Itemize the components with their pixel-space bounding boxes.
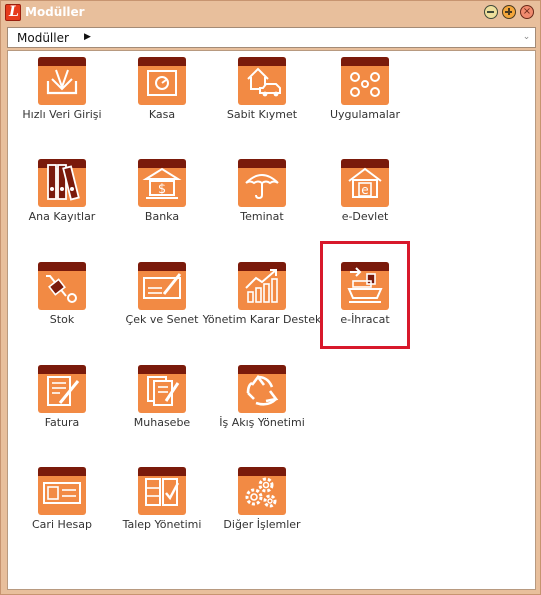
hand-truck-icon xyxy=(38,262,86,310)
module-tile-diger-islemler[interactable]: Diğer İşlemler xyxy=(212,467,312,563)
modules-window: L Modüller × Modüller ▶ ⌄ Hızlı Veri Gir… xyxy=(0,0,541,595)
module-tile-fatura[interactable]: Fatura xyxy=(12,365,112,461)
module-label: Diğer İşlemler xyxy=(223,518,301,531)
module-tile-yonetim-karar-destek[interactable]: Yönetim Karar Destek xyxy=(203,262,321,358)
module-tile-talep-yonetimi[interactable]: Talep Yönetimi xyxy=(112,467,212,563)
module-selector-label: Modüller xyxy=(17,31,69,45)
module-label: Teminat xyxy=(240,210,284,223)
bank-icon: $ xyxy=(138,159,186,207)
house-car-icon xyxy=(238,57,286,105)
module-tile-hizli-veri-girisi[interactable]: Hızlı Veri Girişi xyxy=(12,57,112,153)
module-tile-banka[interactable]: $ Banka xyxy=(112,159,212,255)
module-tile-teminat[interactable]: Teminat xyxy=(212,159,312,255)
gears-icon xyxy=(238,467,286,515)
apps-circles-icon xyxy=(341,57,389,105)
e-gov-house-icon: e xyxy=(341,159,389,207)
module-tile-is-akis-yonetimi[interactable]: İş Akış Yönetimi xyxy=(212,365,312,461)
cheque-icon xyxy=(138,262,186,310)
app-logo-icon: L xyxy=(5,4,21,21)
module-label: Yönetim Karar Destek xyxy=(202,313,322,326)
title-bar[interactable]: L Modüller × xyxy=(1,1,540,25)
umbrella-icon xyxy=(238,159,286,207)
svg-text:$: $ xyxy=(158,182,166,197)
binders-icon xyxy=(38,159,86,207)
invoice-pen-icon xyxy=(38,365,86,413)
module-label: Uygulamalar xyxy=(329,108,401,121)
module-tile-cari-hesap[interactable]: Cari Hesap xyxy=(12,467,112,563)
module-tile-ana-kayitlar[interactable]: Ana Kayıtlar xyxy=(12,159,112,255)
safe-icon xyxy=(138,57,186,105)
maximize-icon[interactable] xyxy=(502,5,516,19)
window-title: Modüller xyxy=(25,5,85,19)
module-selector[interactable]: Modüller ▶ ⌄ xyxy=(7,27,536,48)
recycle-arrows-icon xyxy=(238,365,286,413)
svg-text:e: e xyxy=(361,183,368,197)
module-label: Sabit Kıymet xyxy=(226,108,298,121)
module-tile-cek-ve-senet[interactable]: Çek ve Senet xyxy=(112,262,212,358)
module-label: e-Devlet xyxy=(341,210,389,223)
module-tile-sabit-kiymet[interactable]: Sabit Kıymet xyxy=(212,57,312,153)
request-checklist-icon xyxy=(138,467,186,515)
module-tile-kasa[interactable]: Kasa xyxy=(112,57,212,153)
accounting-docs-icon xyxy=(138,365,186,413)
download-tray-icon xyxy=(38,57,86,105)
rising-chart-icon xyxy=(238,262,286,310)
module-tile-muhasebe[interactable]: Muhasebe xyxy=(112,365,212,461)
modules-panel: Hızlı Veri Girişi Kasa Sabit Kıymet Uygu… xyxy=(7,50,536,590)
selection-highlight xyxy=(320,241,410,349)
minimize-icon[interactable] xyxy=(484,5,498,19)
module-tile-stok[interactable]: Stok xyxy=(12,262,112,358)
chevron-down-icon[interactable]: ⌄ xyxy=(518,28,535,47)
chevron-right-icon: ▶ xyxy=(84,32,91,42)
close-icon[interactable]: × xyxy=(520,5,534,19)
module-label: İş Akış Yönetimi xyxy=(219,416,305,429)
module-tile-uygulamalar[interactable]: Uygulamalar xyxy=(315,57,415,153)
id-card-icon xyxy=(38,467,86,515)
